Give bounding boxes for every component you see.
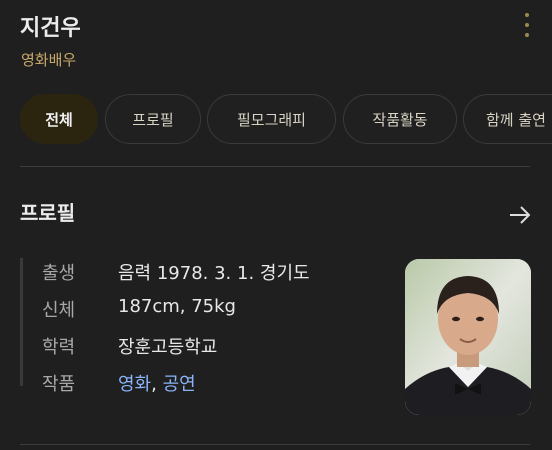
- page-title: 지건우: [20, 16, 81, 41]
- info-label: 학력: [42, 337, 76, 358]
- works-value: 영화, 공연: [118, 370, 196, 396]
- tab-all[interactable]: 전체: [20, 94, 98, 144]
- info-label: 작품: [42, 374, 76, 395]
- section-title-profile[interactable]: 프로필: [20, 197, 75, 226]
- profile-photo[interactable]: [405, 259, 531, 415]
- tab-profile[interactable]: 프로필: [105, 94, 201, 144]
- works-separator: ,: [151, 374, 163, 395]
- info-label: 출생: [42, 263, 76, 284]
- info-value: 187cm, 75kg: [118, 296, 236, 317]
- tab-activities[interactable]: 작품활동: [343, 94, 457, 144]
- info-accent-bar: [20, 258, 23, 386]
- info-value: 음력 1978. 3. 1. 경기도: [118, 263, 310, 284]
- more-vert-icon[interactable]: [520, 13, 534, 37]
- works-link-stage[interactable]: 공연: [163, 374, 196, 395]
- info-label: 신체: [42, 300, 76, 321]
- divider: [20, 444, 530, 445]
- tab-bar: 전체 프로필 필모그래피 작품활동 함께 출연: [20, 94, 552, 146]
- subtitle[interactable]: 영화배우: [21, 49, 76, 70]
- tab-costars[interactable]: 함께 출연: [463, 94, 552, 144]
- divider: [20, 166, 530, 167]
- works-link-film[interactable]: 영화: [118, 374, 151, 395]
- tab-filmography[interactable]: 필모그래피: [207, 94, 336, 144]
- arrow-right-icon[interactable]: [507, 202, 533, 228]
- education-link[interactable]: 장훈고등학교: [118, 333, 217, 359]
